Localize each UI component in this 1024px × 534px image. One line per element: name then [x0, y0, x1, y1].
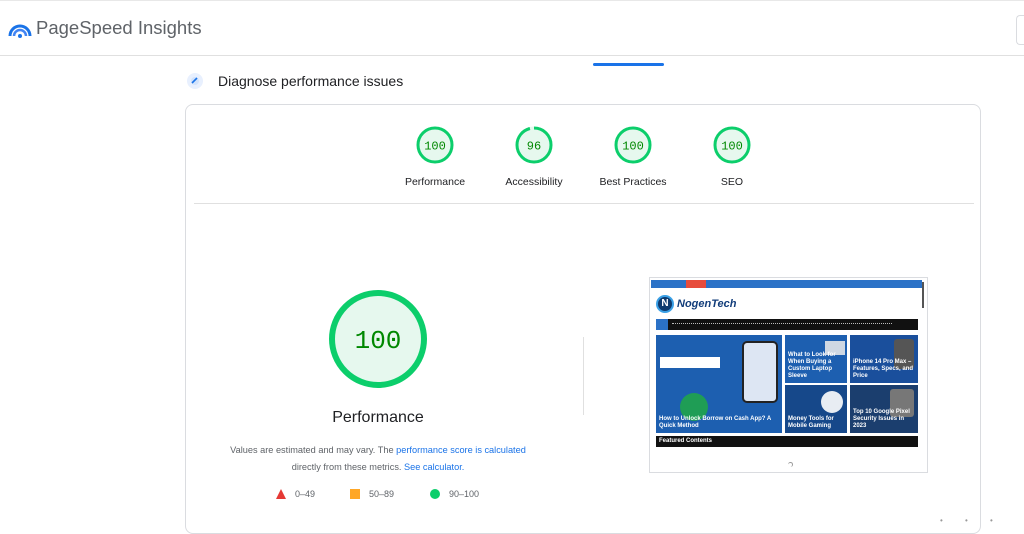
site-tile: Money Tools for Mobile Gaming [785, 385, 847, 433]
circle-icon [430, 489, 440, 499]
gauge-label: Accessibility [505, 176, 563, 188]
gauge-seo[interactable]: 100 SEO [682, 125, 782, 188]
score-note: Values are estimated and may vary. The p… [210, 442, 546, 476]
legend-range: 50–89 [369, 489, 395, 499]
site-name: NogenTech [677, 298, 737, 310]
performance-main-gauge: 100 [329, 290, 427, 388]
score-value: 100 [424, 140, 446, 154]
tile-caption: What to Look for When Buying a Custom La… [788, 352, 836, 379]
gauge-label: SEO [720, 176, 744, 188]
legend-item-fail: 0–49 [276, 489, 315, 499]
app-title: PageSpeed Insights [36, 17, 202, 38]
page-screenshot[interactable]: N NogenTech How to Unlock Borrow on Cash… [649, 277, 928, 473]
gauge-label: Best Practices [599, 176, 667, 188]
gauge-best-practices[interactable]: 100 Best Practices [583, 125, 683, 188]
section-title: Diagnose performance issues [218, 73, 404, 89]
gauge-label: Performance [404, 176, 466, 188]
tile-caption: iPhone 14 Pro Max – Features, Specs, and… [853, 359, 914, 379]
score-legend: 0–49 50–89 90–100 [276, 489, 496, 503]
gauge-accessibility[interactable]: 96 Accessibility [484, 125, 584, 188]
scrollbar [922, 282, 924, 308]
app-header: PageSpeed Insights [0, 0, 1024, 56]
header-control-edge[interactable] [1016, 15, 1024, 45]
featured-bar: Featured Contents [656, 436, 918, 447]
site-logo-icon: N [656, 295, 674, 313]
score-calculated-link[interactable]: performance score is calculated [396, 445, 526, 455]
loading-spinner-icon [788, 462, 793, 467]
site-logo: N NogenTech [656, 294, 737, 314]
legend-item-pass: 90–100 [430, 489, 479, 499]
score-value: 96 [527, 140, 541, 154]
score-value: 100 [622, 140, 644, 154]
legend-item-average: 50–89 [350, 489, 394, 499]
site-tile: iPhone 14 Pro Max – Features, Specs, and… [850, 335, 918, 383]
score-gauge-icon: 100 [614, 126, 652, 164]
tile-caption: Top 10 Google Pixel Security Issues in 2… [853, 409, 910, 429]
triangle-icon [276, 489, 286, 499]
active-tab-indicator [593, 63, 664, 66]
site-tile: Top 10 Google Pixel Security Issues in 2… [850, 385, 918, 433]
pagination-dots: • • • [940, 516, 1003, 525]
score-gauge-icon: 100 [713, 126, 751, 164]
site-nav [656, 319, 918, 330]
gauge-performance[interactable]: 100 Performance [385, 125, 485, 188]
diagnose-icon [187, 73, 203, 89]
note-text-2: directly from these metrics. [291, 462, 405, 472]
vertical-divider [583, 337, 584, 415]
square-icon [350, 489, 360, 499]
report-card: 100 Performance 96 Accessibility 100 Bes… [185, 104, 981, 534]
note-text-1: Values are estimated and may vary. The [230, 445, 397, 455]
legend-range: 0–49 [295, 489, 316, 499]
pagespeed-logo-icon [8, 24, 32, 38]
site-tile: What to Look for When Buying a Custom La… [785, 335, 847, 383]
score-gauge-icon: 100 [416, 126, 454, 164]
main-score-value: 100 [355, 326, 402, 356]
score-value: 100 [721, 140, 743, 154]
site-tile-main: How to Unlock Borrow on Cash App? A Quic… [656, 335, 782, 433]
divider [194, 203, 974, 204]
score-gauge-icon: 96 [515, 126, 553, 164]
site-topbar [651, 280, 922, 288]
legend-range: 90–100 [449, 489, 480, 499]
tile-caption: How to Unlock Borrow on Cash App? A Quic… [659, 416, 771, 429]
see-calculator-link[interactable]: See calculator. [404, 462, 464, 472]
tile-caption: Money Tools for Mobile Gaming [788, 416, 834, 429]
main-score-label: Performance [332, 409, 424, 426]
